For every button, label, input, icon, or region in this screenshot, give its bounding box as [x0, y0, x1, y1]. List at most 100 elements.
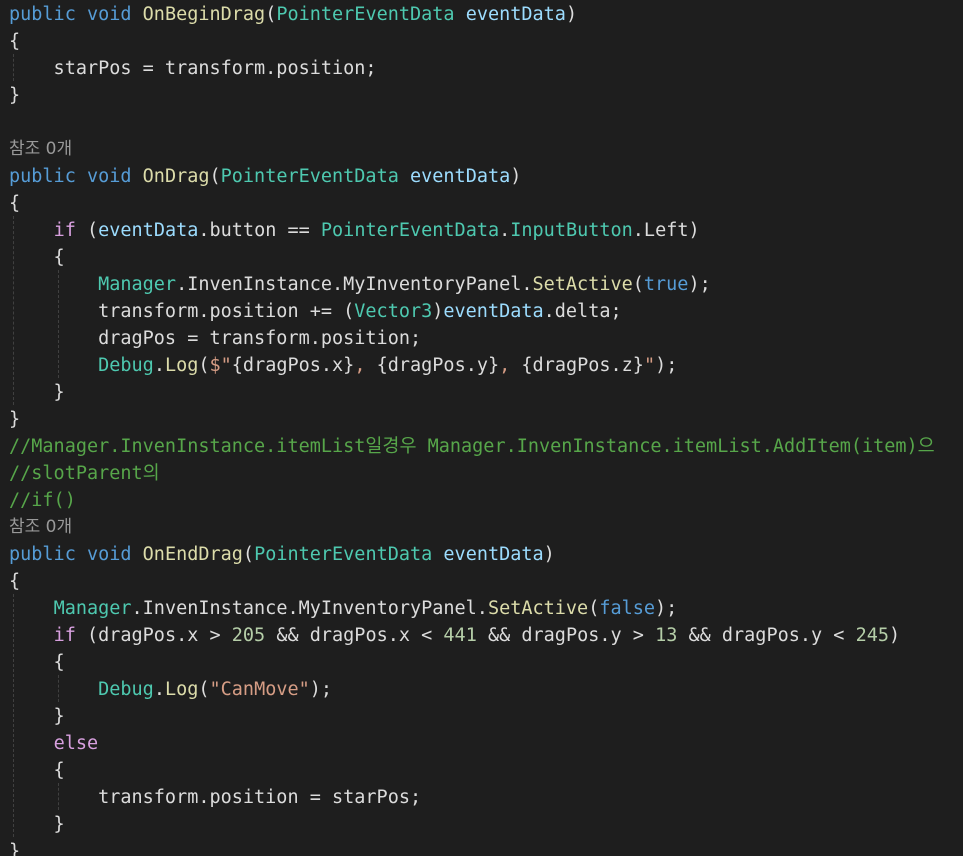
token-ctrl: else: [53, 733, 99, 754]
token-plain: }: [9, 382, 65, 403]
code-line: }: [9, 838, 20, 856]
token-plain: (: [632, 274, 644, 295]
comment-line: //slotParent의: [9, 460, 160, 487]
token-method: SetActive: [532, 274, 633, 295]
token-str: "CanMove": [209, 679, 310, 700]
token-str: $": [209, 355, 232, 376]
token-plain: (: [588, 598, 600, 619]
token-plain: {dragPos.z}: [521, 355, 644, 376]
code-line: if (dragPos.x > 205 && dragPos.x < 441 &…: [9, 622, 901, 649]
token-plain: }: [9, 85, 21, 106]
token-plain: transform.position = starPos;: [9, 787, 422, 808]
token-plain: ): [565, 4, 578, 25]
codelens-reference-count[interactable]: 참조 0개: [9, 514, 72, 541]
token-plain: );: [309, 679, 333, 700]
token-plain: ): [888, 625, 901, 646]
code-line: {: [9, 568, 20, 595]
token-plain: {: [9, 652, 65, 673]
token-plain: }: [9, 814, 65, 835]
token-str: ,: [354, 355, 377, 376]
token-type: PointerEventData: [220, 166, 399, 187]
token-plain: .delta;: [543, 301, 622, 322]
token-plain: transform.position += (: [9, 301, 355, 322]
token-kw: public: [9, 166, 76, 187]
code-line: {: [9, 244, 65, 271]
code-line: }: [9, 703, 65, 730]
token-codelens: 참조 0개: [9, 517, 73, 537]
token-plain: starPos = transform.position;: [9, 58, 377, 79]
code-line: else: [9, 730, 99, 757]
token-num: 245: [855, 625, 889, 646]
token-cmt: //slotParent의: [9, 463, 160, 484]
token-plain: .InvenInstance.MyInventoryPanel.: [131, 598, 488, 619]
token-param: eventData: [443, 544, 544, 565]
token-type: Debug: [98, 355, 154, 376]
token-plain: (: [265, 4, 277, 25]
token-plain: .InvenInstance.MyInventoryPanel.: [176, 274, 533, 295]
token-plain: .: [153, 355, 165, 376]
code-line: public void OnDrag(PointerEventData even…: [9, 163, 521, 190]
codelens-reference-count[interactable]: 참조 0개: [9, 136, 72, 163]
token-plain: ): [543, 544, 555, 565]
token-codelens: 참조 0개: [9, 139, 73, 159]
token-plain: }: [9, 706, 65, 727]
token-plain: );: [688, 274, 711, 295]
token-plain: && dragPos.y >: [476, 625, 656, 646]
token-num: 205: [231, 625, 266, 646]
token-type: Vector3: [354, 301, 433, 322]
token-plain: );: [655, 355, 678, 376]
token-kw: void: [86, 544, 132, 565]
token-method: Log: [164, 679, 199, 700]
token-kw: public: [9, 544, 76, 565]
token-method: Log: [164, 355, 199, 376]
token-plain: (: [209, 166, 221, 187]
comment-line: //Manager.InvenInstance.itemList일경우 Mana…: [9, 433, 935, 460]
token-ctrl: if: [53, 220, 76, 241]
token-param: eventData: [443, 301, 544, 322]
token-plain: && dragPos.x <: [265, 625, 444, 646]
token-plain: ): [510, 166, 522, 187]
token-str: ,: [499, 355, 522, 376]
token-num: 441: [443, 625, 477, 646]
code-line: if (eventData.button == PointerEventData…: [9, 217, 700, 244]
code-line: {: [9, 649, 65, 676]
token-type: InputButton: [510, 220, 633, 241]
token-plain: ): [432, 301, 444, 322]
token-kw: void: [86, 4, 132, 25]
token-plain: (: [242, 544, 255, 565]
code-line: public void OnBeginDrag(PointerEventData…: [9, 1, 577, 28]
token-param: eventData: [465, 4, 566, 25]
token-plain: {: [9, 31, 21, 52]
code-line: }: [9, 82, 20, 109]
code-editor[interactable]: public void OnBeginDrag(PointerEventData…: [0, 0, 963, 856]
token-plain: (: [75, 220, 99, 241]
token-method: OnDrag: [142, 166, 210, 187]
code-line: }: [9, 379, 65, 406]
code-line: Debug.Log($"{dragPos.x}, {dragPos.y}, {d…: [9, 352, 677, 379]
code-line: Manager.InvenInstance.MyInventoryPanel.S…: [9, 595, 678, 622]
token-param: eventData: [410, 166, 511, 187]
token-plain: .: [499, 220, 511, 241]
token-cmt: //Manager.InvenInstance.itemList일경우 Mana…: [9, 436, 935, 457]
code-line: {: [9, 757, 65, 784]
token-plain: {dragPos.y}: [376, 355, 500, 376]
token-plain: {: [9, 247, 65, 268]
token-plain: );: [655, 598, 678, 619]
token-kw: public: [9, 4, 76, 25]
token-method: OnEndDrag: [142, 544, 243, 565]
token-plain: dragPos = transform.position;: [9, 328, 422, 349]
code-line: Manager.InvenInstance.MyInventoryPanel.S…: [9, 271, 711, 298]
token-plain: .button ==: [198, 220, 321, 241]
token-plain: {: [9, 760, 65, 781]
code-line: Debug.Log("CanMove");: [9, 676, 332, 703]
